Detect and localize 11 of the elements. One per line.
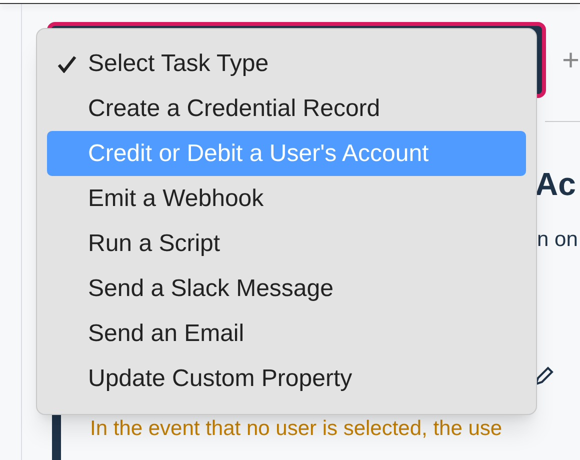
- menu-item[interactable]: Emit a Webhook: [47, 176, 526, 222]
- section-heading: Ac: [535, 165, 576, 204]
- section-description: n on: [537, 227, 578, 253]
- menu-item[interactable]: Run a Script: [47, 222, 526, 267]
- menu-item[interactable]: Send an Email: [47, 312, 526, 357]
- checkmark-icon: [57, 54, 77, 73]
- menu-item[interactable]: Create a Credential Record: [47, 86, 526, 132]
- menu-item[interactable]: Select Task Type: [47, 41, 526, 86]
- warning-text: In the event that no user is selected, the use: [90, 417, 502, 441]
- menu-item[interactable]: Update Custom Property: [47, 356, 526, 402]
- menu-item[interactable]: Send a Slack Message: [47, 266, 526, 312]
